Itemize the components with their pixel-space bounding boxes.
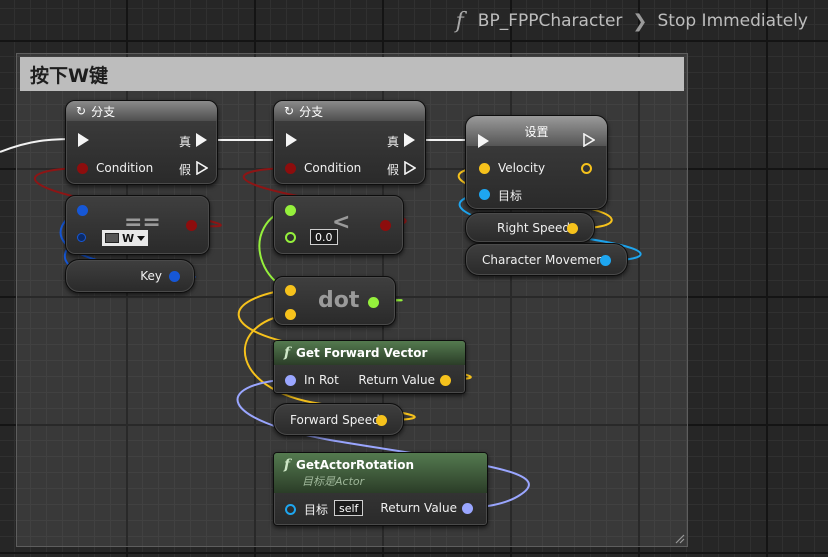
key-variable-label: Key	[140, 269, 162, 283]
less-value-input[interactable]: 0.0	[310, 229, 338, 245]
character-movement-node[interactable]: Character Movement	[465, 243, 628, 276]
condition-label-2: Condition	[304, 161, 362, 175]
true-exec-pin-2[interactable]	[404, 133, 415, 147]
condition-pin[interactable]	[77, 163, 88, 174]
get-actor-rotation-node[interactable]: f GetActorRotation 目标是Actor 目标 self Retu…	[273, 452, 488, 526]
exec-in-pin-2[interactable]	[286, 133, 297, 147]
actor-rotation-return-label: Return Value	[380, 501, 457, 515]
breadcrumb-blueprint[interactable]: BP_FPPCharacter	[478, 11, 623, 31]
dot-operator: dot	[318, 288, 360, 313]
less-a-pin[interactable]	[285, 205, 296, 216]
breadcrumb: f BP_FPPCharacter ❯ Stop Immediately	[456, 6, 808, 36]
character-movement-label: Character Movement	[482, 253, 609, 267]
set-target-label: 目标	[498, 189, 523, 203]
dot-node[interactable]: dot	[273, 276, 396, 326]
key-a-pin[interactable]	[77, 205, 88, 216]
function-icon: f	[455, 8, 464, 34]
velocity-in-pin[interactable]	[479, 163, 490, 174]
branch-node-2[interactable]: ↻ 分支 真 Condition 假	[273, 100, 426, 185]
set-velocity-node[interactable]: 设置 Velocity 目标	[465, 115, 608, 210]
key-b-pin[interactable]	[77, 233, 86, 242]
key-selector-value: W	[122, 231, 135, 245]
dot-result-pin[interactable]	[368, 297, 379, 308]
false-label: 假	[178, 163, 191, 177]
target-pin[interactable]	[285, 504, 296, 515]
less-node[interactable]: < 0.0	[273, 195, 404, 255]
get-forward-vector-title: Get Forward Vector	[296, 346, 428, 360]
set-target-pin[interactable]	[479, 189, 490, 200]
dot-a-pin[interactable]	[285, 285, 296, 296]
function-icon: f	[284, 345, 291, 361]
get-actor-rotation-header: f GetActorRotation 目标是Actor	[274, 453, 487, 493]
character-movement-pin[interactable]	[600, 255, 611, 266]
get-forward-vector-title-row: f Get Forward Vector	[284, 345, 427, 361]
function-icon: f	[284, 457, 291, 473]
key-variable-pin[interactable]	[169, 271, 180, 282]
set-exec-out-pin[interactable]	[583, 133, 595, 147]
set-title: 设置	[524, 124, 549, 139]
comment-title[interactable]: 按下W键	[20, 57, 684, 91]
forward-speed-node[interactable]: Forward Speed	[273, 403, 404, 436]
get-forward-vector-header: f Get Forward Vector	[274, 341, 465, 365]
forward-vector-return-pin[interactable]	[440, 375, 451, 386]
actor-rotation-return-pin[interactable]	[462, 503, 473, 514]
branch-header-2: ↻ 分支	[274, 101, 425, 121]
dot-b-pin[interactable]	[285, 309, 296, 320]
get-actor-rotation-title: GetActorRotation	[296, 458, 415, 472]
in-rot-label: In Rot	[304, 373, 339, 387]
breadcrumb-function[interactable]: Stop Immediately	[658, 11, 809, 31]
false-label-2: 假	[386, 163, 399, 177]
branch-icon-2: ↻	[284, 104, 295, 118]
right-speed-pin[interactable]	[567, 223, 578, 234]
forward-speed-pin[interactable]	[376, 415, 387, 426]
target-label: 目标	[304, 503, 329, 517]
condition-label: Condition	[96, 161, 154, 175]
branch-header-1: ↻ 分支	[66, 101, 217, 121]
self-input[interactable]: self	[334, 500, 364, 516]
get-actor-rotation-subtitle: 目标是Actor	[302, 475, 365, 488]
return-value-label: Return Value	[358, 373, 435, 387]
key-variable-node[interactable]: Key	[65, 259, 195, 293]
less-b-pin[interactable]	[285, 232, 296, 243]
branch-title-1: 分支	[91, 104, 116, 119]
right-speed-label: Right Speed	[497, 221, 571, 235]
branch-node-1[interactable]: ↻ 分支 真 Condition 假	[65, 100, 218, 185]
right-speed-node[interactable]: Right Speed	[465, 212, 595, 243]
equal-result-pin[interactable]	[186, 220, 197, 231]
branch-title-2: 分支	[299, 104, 324, 119]
true-label-2: 真	[386, 135, 399, 149]
equal-node[interactable]: == W	[65, 195, 210, 255]
branch-icon: ↻	[76, 104, 87, 118]
resize-grip-icon[interactable]	[673, 532, 685, 544]
exec-in-pin[interactable]	[78, 133, 89, 147]
velocity-label: Velocity	[498, 161, 546, 175]
velocity-out-pin[interactable]	[581, 163, 592, 174]
true-exec-pin[interactable]	[196, 133, 207, 147]
forward-speed-label: Forward Speed	[290, 413, 380, 427]
false-exec-pin[interactable]	[196, 161, 208, 175]
keyboard-icon	[105, 233, 119, 243]
get-actor-rotation-title-row: f GetActorRotation	[284, 457, 414, 473]
false-exec-pin-2[interactable]	[404, 161, 416, 175]
set-exec-in-pin[interactable]	[478, 134, 489, 148]
true-label: 真	[178, 135, 191, 149]
dropdown-arrow-icon	[137, 235, 146, 241]
in-rot-pin[interactable]	[285, 375, 296, 386]
condition-pin-2[interactable]	[285, 163, 296, 174]
get-forward-vector-node[interactable]: f Get Forward Vector In Rot Return Value	[273, 340, 466, 394]
key-selector[interactable]: W	[102, 230, 149, 246]
less-result-pin[interactable]	[380, 220, 391, 231]
chevron-right-icon: ❯	[632, 10, 648, 32]
